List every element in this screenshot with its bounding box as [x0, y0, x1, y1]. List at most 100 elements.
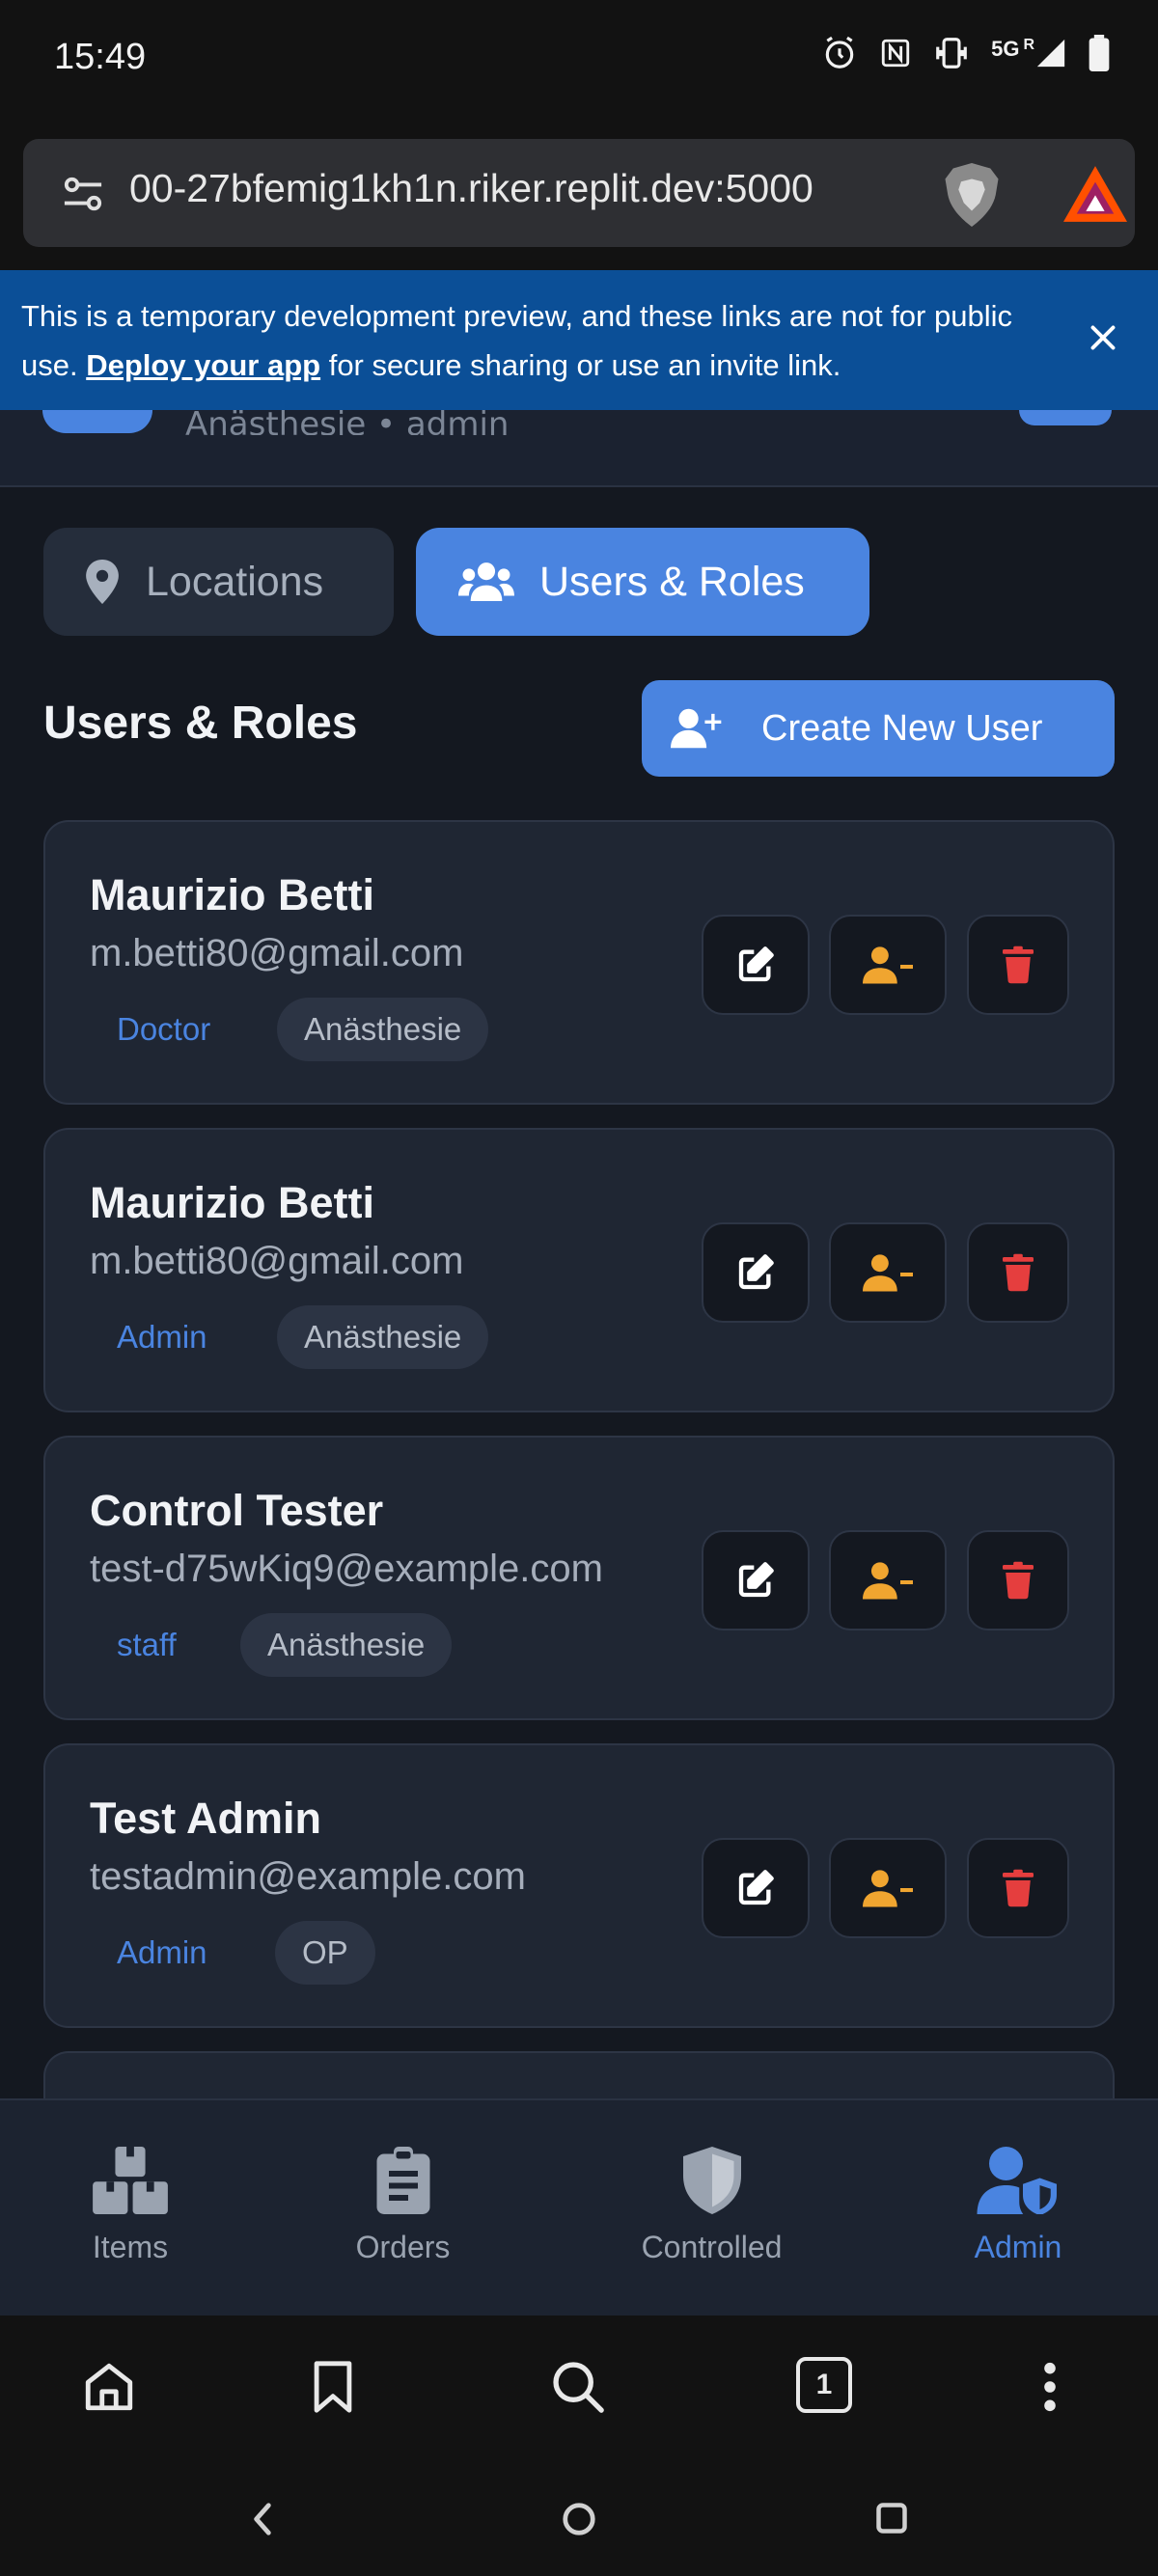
delete-user-button[interactable]: [967, 915, 1069, 1015]
delete-user-button[interactable]: [967, 1530, 1069, 1631]
nav-items-label: Items: [92, 2230, 169, 2264]
users-icon: [458, 562, 514, 601]
nav-controlled-label: Controlled: [641, 2230, 783, 2264]
address-bar[interactable]: 00-27bfemig1kh1n.riker.replit.dev:5000: [23, 139, 1135, 247]
user-name: Test Admin: [90, 1794, 322, 1843]
clipboard-icon: [376, 2147, 429, 2214]
search-icon[interactable]: [550, 2359, 606, 2415]
deploy-app-link[interactable]: Deploy your app: [86, 348, 320, 382]
edit-icon: [738, 1870, 774, 1905]
role-badge: Admin: [117, 1934, 207, 1970]
boxes-icon: [93, 2147, 168, 2214]
nfc-icon: [881, 39, 910, 68]
nav-orders[interactable]: Orders: [328, 2100, 478, 2317]
edit-icon: [738, 1254, 774, 1290]
trash-icon: [1003, 1561, 1034, 1600]
role-badge: Admin: [117, 1319, 207, 1355]
status-time: 15:49: [54, 37, 147, 77]
create-new-user-button[interactable]: Create New User: [642, 680, 1115, 777]
role-badge: staff: [117, 1627, 177, 1662]
role-badge: Doctor: [117, 1011, 211, 1047]
home-circle-icon[interactable]: [561, 2501, 597, 2537]
unit-badge: Anästhesie: [240, 1613, 453, 1677]
app-header: Anästhesie • admin: [0, 410, 1158, 487]
user-minus-icon: [863, 1254, 913, 1292]
delete-user-button[interactable]: [967, 1222, 1069, 1323]
banner-text-after: for secure sharing or use an invite link…: [320, 348, 841, 382]
battery-icon: [1089, 35, 1110, 71]
back-icon[interactable]: [247, 2501, 278, 2537]
edit-icon: [738, 946, 774, 982]
user-email: test-d75wKiq9@example.com: [90, 1548, 603, 1590]
user-email: testadmin@example.com: [90, 1855, 526, 1898]
recents-icon[interactable]: [874, 2501, 909, 2535]
app-bottom-nav: Items Orders Controlled Admin: [0, 2098, 1158, 2316]
edit-user-button[interactable]: [702, 915, 810, 1015]
home-icon[interactable]: [81, 2359, 137, 2415]
user-email: m.betti80@gmail.com: [90, 1240, 464, 1282]
hospital-logo: [42, 410, 152, 433]
nav-admin-label: Admin: [974, 2230, 1062, 2264]
user-minus-icon: [863, 946, 913, 984]
section-title: Users & Roles: [43, 698, 358, 749]
tab-locations-label: Locations: [146, 558, 324, 605]
browser-bottom-bar: 1: [0, 2316, 1158, 2460]
close-icon[interactable]: [1086, 320, 1120, 355]
alarm-icon: [825, 36, 854, 69]
header-menu-button[interactable]: [1019, 410, 1112, 425]
edit-user-button[interactable]: [702, 1222, 810, 1323]
tab-users-roles-label: Users & Roles: [539, 558, 805, 605]
status-icons: 5G R: [821, 35, 1110, 71]
user-minus-icon: [863, 1870, 913, 1907]
trash-icon: [1003, 1869, 1034, 1907]
browser-toolbar: 00-27bfemig1kh1n.riker.replit.dev:5000: [0, 116, 1158, 270]
url-text[interactable]: 00-27bfemig1kh1n.riker.replit.dev:5000: [129, 166, 921, 211]
user-plus-icon: [671, 708, 722, 749]
trash-icon: [1003, 1253, 1034, 1292]
user-card: Maurizio Betti m.betti80@gmail.com Docto…: [43, 820, 1115, 1105]
nav-items[interactable]: Items: [58, 2100, 203, 2317]
bookmark-icon[interactable]: [311, 2359, 355, 2415]
edit-icon: [738, 1562, 774, 1598]
user-name: Maurizio Betti: [90, 1178, 375, 1227]
preview-banner: This is a temporary development preview,…: [0, 270, 1158, 410]
edit-user-button[interactable]: [702, 1530, 810, 1631]
unit-badge: Anästhesie: [277, 1305, 489, 1369]
header-subtitle: Anästhesie • admin: [185, 410, 510, 435]
brave-shields-icon[interactable]: [940, 160, 1004, 230]
tab-switcher-button[interactable]: 1: [796, 2357, 852, 2413]
remove-user-button[interactable]: [829, 1530, 947, 1631]
remove-user-button[interactable]: [829, 915, 947, 1015]
user-shield-icon: [977, 2147, 1057, 2214]
user-card: Control Tester test-d75wKiq9@example.com…: [43, 1436, 1115, 1720]
site-settings-icon[interactable]: [60, 174, 106, 214]
nav-admin[interactable]: Admin: [951, 2100, 1086, 2317]
more-options-icon[interactable]: [1033, 2359, 1067, 2415]
status-bar: 15:49 5G R: [0, 0, 1158, 116]
user-card: Maurizio Betti m.betti80@gmail.com Admin…: [43, 1128, 1115, 1412]
signal-indicator: 5G R: [991, 37, 1067, 69]
trash-icon: [1003, 945, 1034, 984]
tab-users-roles[interactable]: Users & Roles: [416, 528, 869, 636]
network-type: 5G: [991, 37, 1020, 61]
nav-controlled[interactable]: Controlled: [598, 2100, 825, 2317]
signal-icon: [1036, 39, 1065, 68]
delete-user-button[interactable]: [967, 1838, 1069, 1938]
banner-text: This is a temporary development preview,…: [21, 291, 1044, 390]
system-navigation-bar: [0, 2460, 1158, 2576]
user-name: Maurizio Betti: [90, 870, 375, 919]
unit-badge: Anästhesie: [277, 998, 489, 1061]
shield-icon: [682, 2147, 741, 2214]
nav-orders-label: Orders: [355, 2230, 451, 2264]
tab-locations[interactable]: Locations: [43, 528, 394, 636]
unit-badge: OP: [275, 1921, 375, 1985]
remove-user-button[interactable]: [829, 1838, 947, 1938]
remove-user-button[interactable]: [829, 1222, 947, 1323]
create-new-user-label: Create New User: [761, 707, 1043, 749]
map-pin-icon: [86, 560, 119, 604]
brave-rewards-icon[interactable]: [1063, 166, 1127, 222]
edit-user-button[interactable]: [702, 1838, 810, 1938]
user-email: m.betti80@gmail.com: [90, 932, 464, 974]
user-card: Test Admin testadmin@example.com Admin O…: [43, 1743, 1115, 2028]
user-minus-icon: [863, 1562, 913, 1600]
